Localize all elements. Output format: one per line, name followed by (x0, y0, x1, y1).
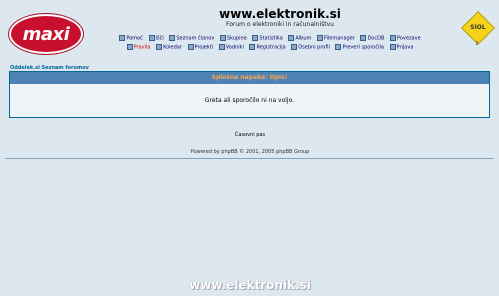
projects-icon (187, 44, 194, 50)
maxi-logo-text: maxi (22, 23, 70, 45)
members-icon (169, 35, 176, 41)
nav-row-2: Pravila Koledar Projekti Vodniki Registr… (100, 44, 440, 51)
site-description: Forum o elektroniki in računalništvu (226, 21, 334, 28)
nav-item-isci[interactable]: Išči (148, 35, 164, 42)
docdb-icon (360, 35, 367, 41)
links-icon (389, 35, 396, 41)
search-icon (148, 35, 155, 41)
login-icon (389, 44, 396, 50)
siol-logo-text: SIOL (470, 24, 486, 31)
rules-icon (126, 44, 133, 50)
footer-site-watermark: www.elektronik.si (189, 278, 311, 292)
site-header: maxi www.elektronik.si Forum o elektroni… (0, 0, 499, 62)
message-body: Greta ali sporočilo ni na voljo. (10, 84, 489, 117)
siol-logo-post (476, 41, 478, 45)
nav-row-1: Pomoč Išči Seznam članov Skupine Statist… (100, 35, 440, 42)
messages-icon (335, 44, 342, 50)
nav-item-povezave[interactable]: Povezave (389, 35, 421, 42)
nav-item-pomoc[interactable]: Pomoč (119, 35, 143, 42)
nav-item-registracija[interactable]: Registracija (249, 44, 286, 51)
stats-icon (252, 35, 259, 41)
nav-item-docdb[interactable]: DocDB (360, 35, 384, 42)
timezone-text: Časovni pas (234, 132, 266, 138)
register-icon (249, 44, 256, 50)
nav-item-filemanager[interactable]: Filemanager (317, 35, 355, 42)
site-title[interactable]: www.elektronik.si (180, 7, 380, 21)
powered-by-text[interactable]: Powered by phpBB © 2001, 2005 phpBB Grou… (150, 149, 350, 155)
nav-item-projekti[interactable]: Projekti (187, 44, 213, 51)
footer-divider (5, 158, 494, 159)
groups-icon (219, 35, 226, 41)
nav-item-seznam-clanov[interactable]: Seznam članov (169, 35, 214, 42)
nav-item-album[interactable]: Album (288, 35, 311, 42)
nav-item-statistika[interactable]: Statistika (252, 35, 283, 42)
nav-item-pravila[interactable]: Pravila (126, 44, 150, 51)
nav-item-skupine[interactable]: Skupine (219, 35, 247, 42)
message-box: Splošna napaka: Opis! Greta ali sporočil… (9, 71, 490, 118)
nav-item-prijava[interactable]: Prijava (389, 44, 413, 51)
nav-item-koledar[interactable]: Koledar (156, 44, 182, 51)
album-icon (288, 35, 295, 41)
maxi-logo[interactable]: maxi (9, 14, 83, 54)
guides-icon (218, 44, 225, 50)
nav-item-vodniki[interactable]: Vodniki (218, 44, 244, 51)
filemanager-icon (317, 35, 323, 41)
message-header: Splošna napaka: Opis! (10, 72, 489, 84)
profile-icon (291, 44, 298, 50)
nav-item-osebni-profil[interactable]: Osebni profil (291, 44, 330, 51)
help-icon (119, 35, 126, 41)
nav-item-sporocila[interactable]: Preveri sporočila (335, 44, 384, 51)
calendar-icon (156, 44, 163, 50)
